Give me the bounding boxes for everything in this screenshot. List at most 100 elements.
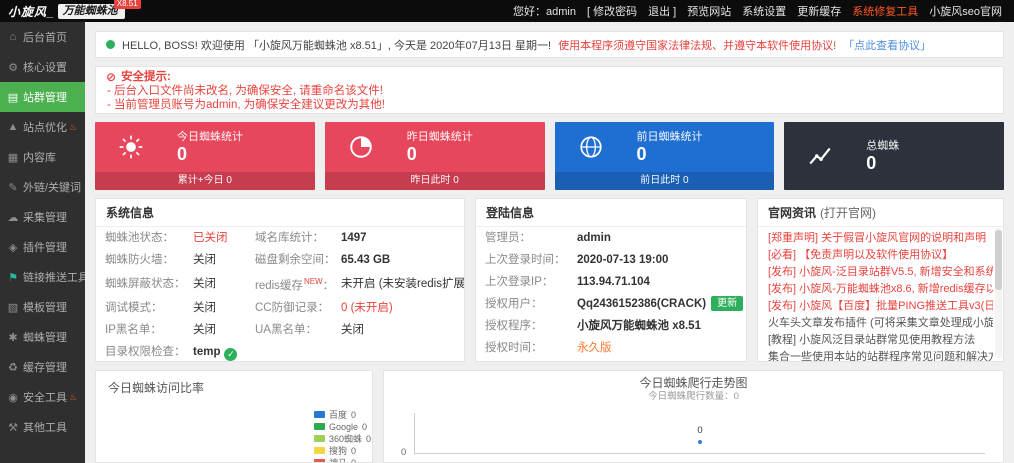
field-value: 永久版 (577, 342, 612, 354)
info-panels-row: 系统信息 蜘蛛池状态： 已关闭 域名库统计： 1497 蜘蛛防火墙： 关闭 磁盘… (95, 198, 1004, 362)
refresh-cache-link[interactable]: 更新缓存 (797, 3, 841, 19)
sidebar-item-security-tools[interactable]: ◉ 安全工具 ♨ (0, 382, 85, 412)
table-row: 蜘蛛防火墙： 关闭 磁盘剩余空间： 65.43 GB (96, 249, 464, 271)
stat-cards-row: 今日蜘蛛统计 0 累计+今日 0 昨日蜘蛛统计 0 昨日此时 0 前日蜘蛛统计 … (95, 122, 1004, 190)
sun-spider-icon (117, 133, 145, 161)
legend-label: Google (329, 421, 359, 432)
line-chart-plot: 0 0 (401, 413, 985, 458)
trend-icon (806, 142, 834, 170)
pencil-icon: ✎ (8, 181, 18, 194)
stat-card-title: 昨日蜘蛛统计 (406, 131, 473, 143)
table-row: 目录权限检查： temp ✓ (96, 341, 464, 361)
sidebar-item-label: 缓存管理 (23, 362, 67, 374)
check-icon: ✓ (224, 347, 238, 361)
sidebar-item-site-optimize[interactable]: ▲ 站点优化 ♨ (0, 112, 85, 142)
field-value: 113.94.71.104 (577, 276, 650, 288)
sidebar-item-core-settings[interactable]: ⚙ 核心设置 (0, 52, 85, 82)
sidebar: ⌂ 后台首页 ⚙ 核心设置 ▤ 站群管理 ▲ 站点优化 ♨ ▦ 内容库 ✎ 外链… (0, 22, 85, 463)
crawl-trend-line-panel: 今日蜘蛛爬行走势图 今日蜘蛛爬行数量：0 0 0 (383, 370, 1004, 463)
news-item[interactable]: [必看] 【免责声明以及软件使用协议】 (768, 247, 993, 264)
app-logo: 小旋风_ 万能蜘蛛池 X8.51 (8, 0, 143, 20)
news-item[interactable]: 集合一些使用本站的站群程序常见问题和解决方法 (768, 349, 993, 361)
welcome-text: HELLO, BOSS! 欢迎使用 「小旋风万能蜘蛛池 x8.51」, 今天是 … (122, 39, 552, 52)
system-settings-link[interactable]: 系统设置 (742, 3, 786, 19)
wrench-icon: ⚒ (8, 421, 18, 434)
news-item[interactable]: [教程] 小旋风泛目录站群常见使用教程方法 (768, 332, 993, 349)
news-item[interactable]: 火车头文章发布插件 (可将采集文章处理成小旋风支持的格式) (768, 315, 993, 332)
sidebar-item-spiders[interactable]: ✱ 蜘蛛管理 (0, 322, 85, 352)
sidebar-item-links-keywords[interactable]: ✎ 外链/关键词 (0, 172, 85, 202)
field-value: 1497 (341, 232, 367, 244)
recycle-icon: ♻ (8, 361, 18, 374)
law-notice-text: 使用本程序须遵守国家法律法规、并遵守本软件使用协议! (558, 39, 837, 52)
sidebar-item-content-library[interactable]: ▦ 内容库 (0, 142, 85, 172)
table-row: 授权程序： 小旋风万能蜘蛛池 x8.51 (476, 315, 746, 337)
table-row: 蜘蛛池状态： 已关闭 域名库统计： 1497 (96, 227, 464, 249)
sidebar-item-cache[interactable]: ♻ 缓存管理 (0, 352, 85, 382)
sidebar-item-label: 插件管理 (23, 242, 67, 254)
stat-card-total: 总蜘蛛 0 (784, 122, 1004, 190)
system-info-table: 蜘蛛池状态： 已关闭 域名库统计： 1497 蜘蛛防火墙： 关闭 磁盘剩余空间：… (96, 227, 464, 361)
spider-ratio-pie-panel: 今日蜘蛛访问比率 百度 0 Google 0 360蜘蛛 0 搜狗 0 神马 0 (95, 370, 373, 463)
legend-label: 百度 (329, 410, 348, 420)
news-item[interactable]: [发布] 小旋风【百度】批量PING推送工具v3(日推送量百万) (768, 298, 993, 315)
pie-legend: 百度 0 Google 0 360蜘蛛 0 搜狗 0 神马 0 (314, 409, 372, 462)
stat-card-title: 今日蜘蛛统计 (177, 131, 243, 143)
sidebar-item-dashboard[interactable]: ⌂ 后台首页 (0, 22, 85, 52)
open-official-site-link[interactable]: (打开官网) (820, 206, 876, 220)
sidebar-item-collect[interactable]: ☁ 采集管理 (0, 202, 85, 232)
news-item[interactable]: [郑重声明] 关于假冒小旋风官网的说明和声明 (768, 230, 993, 247)
scrollbar-thumb[interactable] (995, 230, 1002, 290)
security-title-text: 安全提示: (121, 71, 171, 83)
charts-row: 今日蜘蛛访问比率 百度 0 Google 0 360蜘蛛 0 搜狗 0 神马 0… (95, 370, 1004, 463)
news-list: [郑重声明] 关于假冒小旋风官网的说明和声明 [必看] 【免责声明以及软件使用协… (758, 227, 1003, 361)
table-row: 上次登录时间： 2020-07-13 19:00 (476, 249, 746, 271)
field-value: 关闭 (193, 323, 216, 336)
legend-item: 百度 0 (314, 409, 372, 420)
sidebar-item-other-tools[interactable]: ⚒ 其他工具 (0, 412, 85, 442)
news-scrollbar (995, 228, 1002, 358)
stat-card-value: 0 (636, 144, 647, 164)
stat-card-value: 0 (406, 144, 417, 164)
field-label: 授权用户： (485, 298, 543, 310)
table-row: 蜘蛛屏蔽状态： 关闭 redis缓存NEW： 未开启 (未安装redis扩展) (96, 271, 464, 297)
version-badge: X8.51 (113, 0, 141, 9)
logo-text: 小旋风_ (8, 4, 55, 19)
home-icon: ⌂ (9, 31, 17, 43)
preview-site-link[interactable]: 预览网站 (687, 3, 731, 19)
field-value: 关闭 (193, 301, 216, 314)
legend-value: 0 (366, 433, 372, 444)
logout-link[interactable]: 退出 ] (648, 3, 676, 19)
sidebar-item-link-push[interactable]: ⚑ 链接推送工具 (0, 262, 85, 292)
news-item[interactable]: [发布] 小旋风-万能蜘蛛池x8.6, 新增redis缓存以及多项功能 (768, 281, 993, 298)
field-value: 关闭 (193, 277, 216, 290)
legend-swatch-icon (314, 435, 325, 442)
update-button[interactable]: 更新 (711, 296, 744, 311)
official-site-link[interactable]: 小旋风seo官网 (929, 3, 1002, 19)
agreement-link[interactable]: 「点此查看协议」 (843, 37, 931, 53)
stat-card-title: 总蜘蛛 (866, 140, 900, 152)
data-point (697, 439, 703, 445)
field-label: IP黑名单： (105, 323, 162, 336)
sidebar-item-plugins[interactable]: ◈ 插件管理 (0, 232, 85, 262)
field-label: 磁盘剩余空间： (255, 254, 336, 266)
news-item[interactable]: [发布] 小旋风-泛目录站群V5.5, 新增安全和系统修复工具等 (768, 264, 993, 281)
field-label: CC防御记录： (255, 301, 330, 314)
app-window: 小旋风_ 万能蜘蛛池 X8.51 您好：admin [ 修改密码 退出 ] 预览… (0, 0, 1014, 463)
change-password-link[interactable]: [ 修改密码 (587, 3, 637, 19)
sidebar-item-label: 外链/关键词 (23, 182, 82, 194)
legend-swatch-icon (314, 447, 325, 454)
sidebar-item-templates[interactable]: ▧ 模板管理 (0, 292, 85, 322)
legend-swatch-icon (314, 411, 325, 418)
sidebar-item-site-group[interactable]: ▤ 站群管理 (0, 82, 85, 112)
panel-title: 系统信息 (96, 199, 464, 227)
security-tip-line: - 当前管理员账号为admin, 为确保安全建议更改为其他! (107, 99, 385, 111)
hot-flame-icon: ♨ (69, 121, 78, 132)
topbar-menu: 您好：admin [ 修改密码 退出 ] 预览网站 系统设置 更新缓存 系统修复… (513, 3, 1002, 19)
repair-tool-link[interactable]: 系统修复工具 (852, 3, 918, 19)
sidebar-item-label: 后台首页 (23, 32, 67, 44)
status-dot-icon (106, 40, 115, 49)
login-info-panel: 登陆信息 管理员： admin 上次登录时间： 2020-07-13 19:00… (475, 198, 747, 362)
field-value: 2020-07-13 19:00 (577, 254, 669, 266)
stat-card-day-before: 前日蜘蛛统计 0 前日此时 0 (554, 122, 775, 190)
